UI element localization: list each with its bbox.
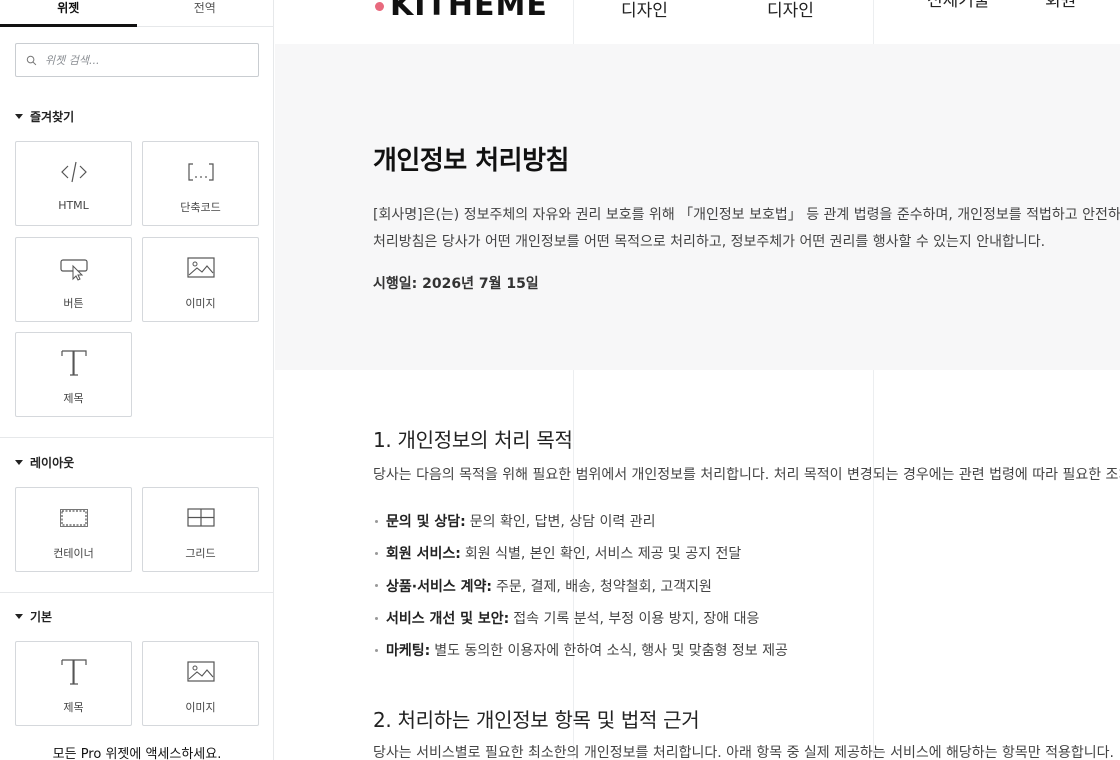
- nav-item[interactable]: 디자인: [621, 0, 668, 21]
- category-favorites: 즐겨찾기: [0, 106, 273, 126]
- code-icon: [16, 156, 131, 188]
- section-description: 당사는 다음의 목적을 위해 필요한 범위에서 개인정보를 처리합니다. 처리 …: [373, 467, 1120, 483]
- widget-heading[interactable]: 제목: [15, 332, 132, 417]
- bullet-icon: [375, 616, 378, 620]
- logo-text: KITHEME: [390, 0, 548, 23]
- widget-label: 컨테이너: [53, 547, 94, 560]
- widget-label: 제목: [63, 392, 84, 405]
- category-layout: 레이아웃: [0, 452, 273, 472]
- heading-icon: [16, 347, 131, 379]
- widget-label: 단축코드: [180, 201, 221, 214]
- widget-container[interactable]: 컨테이너: [15, 487, 132, 572]
- nav-item[interactable]: 디자인: [767, 0, 814, 21]
- category-title: 레이아웃: [30, 455, 75, 470]
- section-description: 당사는 서비스별로 필요한 최소한의 개인정보를 처리합니다. 아래 항목 중 …: [373, 745, 1114, 760]
- section-title: 1. 개인정보의 처리 목적: [373, 428, 573, 452]
- divider: [873, 0, 874, 44]
- list-item-term: 서비스 개선 및 보안:: [386, 611, 510, 628]
- list-item: 서비스 개선 및 보안: 접속 기록 분석, 부정 이용 방지, 장애 대응: [373, 602, 788, 634]
- widget-heading[interactable]: 제목: [15, 641, 132, 726]
- image-icon: [143, 252, 258, 284]
- search-icon: [26, 51, 37, 70]
- logo-dot-icon: [375, 2, 384, 11]
- image-icon: [143, 656, 258, 688]
- widget-label: HTML: [58, 199, 89, 212]
- shortcode-icon: [143, 156, 258, 188]
- widget-label: 버튼: [63, 297, 84, 310]
- widget-search-input[interactable]: [45, 53, 245, 67]
- bullet-icon: [375, 519, 378, 523]
- caret-down-icon: [15, 613, 23, 619]
- site-logo[interactable]: KITHEME: [375, 0, 548, 23]
- divider: [0, 592, 273, 593]
- list-item-term: 문의 및 상담:: [386, 514, 466, 531]
- list-item-text: 주문, 결제, 배송, 청약철회, 고객지원: [495, 578, 712, 595]
- list-item: 회원 서비스: 회원 식별, 본인 확인, 서비스 제공 및 공지 전달: [373, 537, 788, 569]
- panel-tabs: 위젯 전역: [0, 0, 273, 27]
- tab-global[interactable]: 전역: [137, 0, 274, 26]
- widget-image[interactable]: 이미지: [142, 641, 259, 726]
- effective-date: 시행일: 2026년 7월 15일: [373, 276, 539, 292]
- divider: [573, 0, 574, 44]
- widget-search-box[interactable]: [15, 43, 259, 77]
- list-item-text: 회원 식별, 본인 확인, 서비스 제공 및 공지 전달: [464, 546, 742, 563]
- container-icon: [16, 502, 131, 534]
- category-favorites-header[interactable]: 즐겨찾기: [0, 106, 273, 126]
- intro-text: [회사명]은(는) 정보주체의 자유와 권리 보호를 위해 「개인정보 보호법」…: [373, 202, 1120, 256]
- bullet-icon: [375, 648, 378, 652]
- widget-label: 이미지: [185, 701, 216, 714]
- button-icon: [16, 252, 131, 284]
- nav-item[interactable]: 회원: [1045, 0, 1076, 11]
- intro-line: 처리방침은 당사가 어떤 개인정보를 어떤 목적으로 처리하고, 정보주체가 어…: [373, 234, 1046, 250]
- heading-icon: [16, 656, 131, 688]
- list-item: 마케팅: 별도 동의한 이용자에 한하여 소식, 행사 및 맞춤형 정보 제공: [373, 634, 788, 666]
- divider: [0, 437, 273, 438]
- intro-line: [회사명]은(는) 정보주체의 자유와 권리 보호를 위해 「개인정보 보호법」…: [373, 207, 1120, 223]
- bullet-icon: [375, 584, 378, 588]
- list-item-term: 상품·서비스 계약:: [386, 578, 492, 595]
- widget-image[interactable]: 이미지: [142, 237, 259, 322]
- list-item-term: 회원 서비스:: [386, 546, 461, 563]
- tab-widgets[interactable]: 위젯: [0, 0, 137, 27]
- list-item-text: 별도 동의한 이용자에 한하여 소식, 행사 및 맞춤형 정보 제공: [434, 643, 788, 660]
- section-title: 2. 처리하는 개인정보 항목 및 법적 근거: [373, 708, 700, 732]
- widget-button[interactable]: 버튼: [15, 237, 132, 322]
- widget-label: 제목: [63, 701, 84, 714]
- list-item-text: 문의 확인, 답변, 상담 이력 관리: [469, 514, 656, 531]
- category-title: 기본: [30, 609, 53, 624]
- caret-down-icon: [15, 459, 23, 465]
- widget-label: 그리드: [185, 547, 216, 560]
- widget-label: 이미지: [185, 297, 216, 310]
- pro-promo-text[interactable]: 모든 Pro 위젯에 액세스하세요.: [0, 743, 273, 760]
- list-item-text: 접속 기록 분석, 부정 이용 방지, 장애 대응: [513, 611, 760, 628]
- divider: [873, 370, 874, 760]
- page-title: 개인정보 처리방침: [373, 146, 569, 176]
- list-item-term: 마케팅:: [386, 643, 431, 660]
- purpose-list: 문의 및 상담: 문의 확인, 답변, 상담 이력 관리 회원 서비스: 회원 식별…: [373, 505, 788, 666]
- category-basic-header[interactable]: 기본: [0, 606, 273, 626]
- category-layout-header[interactable]: 레이아웃: [0, 452, 273, 472]
- widget-grid[interactable]: 그리드: [142, 487, 259, 572]
- caret-down-icon: [15, 113, 23, 119]
- bullet-icon: [375, 551, 378, 555]
- grid-icon: [143, 502, 258, 534]
- widget-html[interactable]: HTML: [15, 141, 132, 226]
- site-header: KITHEME 디자인 디자인 전체기술 회원: [275, 0, 1120, 44]
- widget-shortcode[interactable]: 단축코드: [142, 141, 259, 226]
- nav-item[interactable]: 전체기술: [927, 0, 990, 11]
- widget-panel: 위젯 전역 즐겨찾기 HTML 단축코드 버튼 이미지: [0, 0, 274, 760]
- category-title: 즐겨찾기: [30, 109, 75, 124]
- category-basic: 기본: [0, 606, 273, 626]
- list-item: 상품·서비스 계약: 주문, 결제, 배송, 청약철회, 고객지원: [373, 570, 788, 602]
- list-item: 문의 및 상담: 문의 확인, 답변, 상담 이력 관리: [373, 505, 788, 537]
- editor-canvas: KITHEME 디자인 디자인 전체기술 회원 개인정보 처리방침 [회사명]은…: [275, 0, 1120, 760]
